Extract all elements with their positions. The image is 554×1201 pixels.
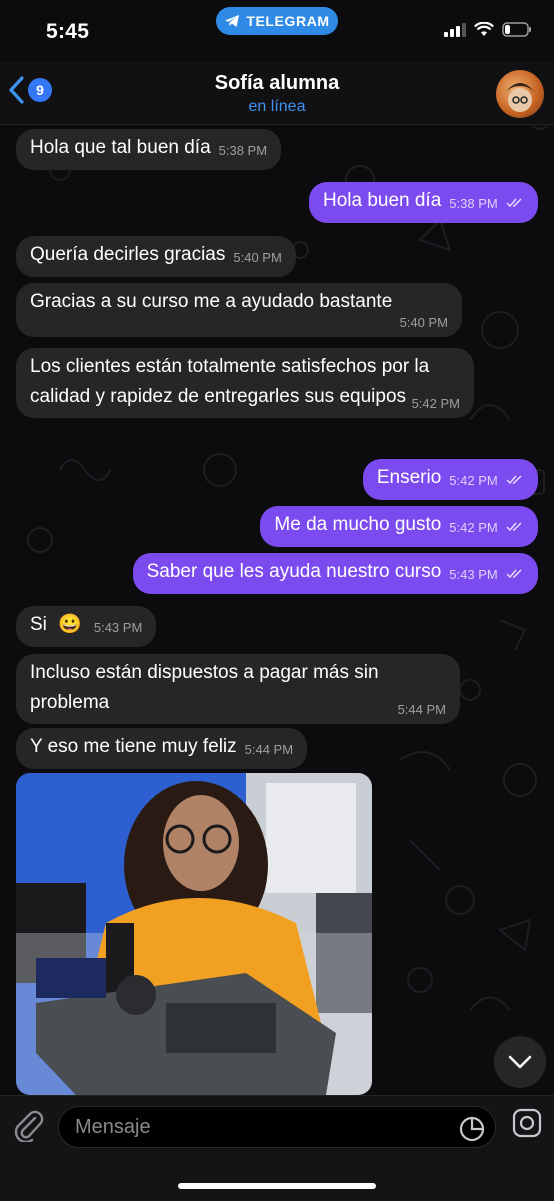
telegram-pill[interactable]: TELEGRAM	[216, 7, 338, 35]
home-indicator[interactable]	[178, 1183, 376, 1189]
message-bubble-outgoing[interactable]: Enserio 5:42 PM	[362, 459, 538, 500]
scroll-down-button[interactable]	[494, 1036, 546, 1088]
double-check-icon	[506, 569, 522, 579]
double-check-icon	[506, 522, 522, 532]
status-bar: 5:45 TELEGRAM	[0, 0, 554, 62]
camera-icon	[512, 1108, 542, 1138]
message-bubble-incoming[interactable]: Gracias a su curso me a ayudado bastante…	[16, 283, 462, 337]
message-time: 5:44 PM	[244, 742, 294, 757]
message-time: 5:42 PM	[449, 473, 498, 488]
message-text: Los clientes están totalmente satisfecho…	[30, 356, 430, 407]
contact-name[interactable]: Sofía alumna	[0, 72, 554, 95]
paperclip-icon	[14, 1110, 44, 1144]
message-input[interactable]	[73, 1115, 437, 1140]
telegram-pill-label: TELEGRAM	[246, 13, 330, 29]
signal-icon	[444, 22, 466, 37]
message-bubble-outgoing[interactable]: Saber que les ayuda nuestro curso 5:43 PM	[132, 553, 538, 594]
message-text: Enserio	[376, 467, 442, 488]
message-text: Me da mucho gusto	[274, 514, 442, 535]
double-check-icon	[506, 475, 522, 485]
message-bubble-outgoing[interactable]: Hola buen día 5:38 PM	[308, 182, 538, 223]
message-bubble-incoming[interactable]: Hola que tal buen día 5:38 PM	[16, 129, 282, 170]
message-time: 5:38 PM	[218, 143, 268, 158]
message-text: Saber que les ayuda nuestro curso	[146, 561, 442, 582]
message-text: Si	[30, 614, 47, 635]
telegram-icon	[225, 15, 240, 27]
message-bubble-incoming[interactable]: Y eso me tiene muy feliz 5:44 PM	[16, 728, 308, 769]
avatar[interactable]	[496, 70, 544, 118]
message-text: Hola buen día	[322, 190, 442, 211]
message-field[interactable]	[58, 1106, 496, 1148]
message-bubble-incoming[interactable]: Los clientes están totalmente satisfecho…	[16, 348, 474, 418]
sticker-icon	[459, 1116, 485, 1142]
message-text: Hola que tal buen día	[30, 137, 211, 158]
message-time: 5:43 PM	[93, 620, 143, 635]
sticker-button[interactable]	[459, 1116, 485, 1147]
message-bubble-outgoing[interactable]: Me da mucho gusto 5:42 PM	[260, 506, 538, 547]
chat-header: 9 Sofía alumna en línea	[0, 62, 554, 125]
message-bubble-incoming[interactable]: Incluso están dispuestos a pagar más sin…	[16, 654, 460, 724]
emoji-grinning: 😀	[58, 614, 82, 635]
status-time: 5:45	[46, 20, 90, 43]
instant-camera-button[interactable]	[512, 1108, 542, 1143]
message-bubble-incoming[interactable]: Quería decirles gracias 5:40 PM	[16, 236, 296, 277]
photo-image	[16, 773, 372, 1095]
battery-icon	[502, 22, 531, 37]
message-time: 5:42 PM	[449, 520, 498, 535]
message-time: 5:38 PM	[449, 196, 498, 211]
message-text: Y eso me tiene muy feliz	[30, 736, 237, 757]
chevron-down-icon	[508, 1055, 532, 1069]
message-time: 5:40 PM	[399, 315, 448, 330]
message-time: 5:40 PM	[233, 250, 282, 265]
message-bubble-incoming[interactable]: Si 😀 5:43 PM	[16, 606, 157, 647]
message-time: 5:43 PM	[449, 567, 498, 582]
contact-status: en línea	[248, 98, 306, 115]
avatar-image	[504, 83, 536, 112]
photo-message[interactable]	[16, 773, 372, 1095]
status-icons	[444, 22, 532, 37]
wifi-icon	[474, 22, 494, 36]
message-text: Quería decirles gracias	[30, 244, 226, 265]
message-text: Gracias a su curso me a ayudado bastante	[30, 291, 393, 312]
attach-button[interactable]	[12, 1108, 44, 1147]
double-check-icon	[506, 198, 522, 208]
